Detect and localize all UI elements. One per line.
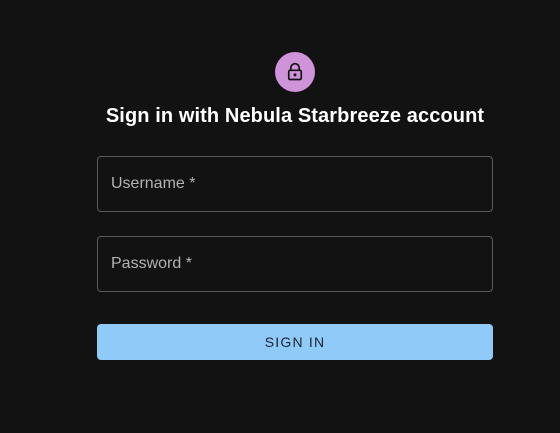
lock-avatar: [275, 52, 315, 92]
username-field[interactable]: Username *: [97, 156, 493, 212]
password-input[interactable]: [98, 237, 492, 291]
sign-in-button[interactable]: SIGN IN: [97, 324, 493, 360]
sign-in-page: Sign in with Nebula Starbreeze account U…: [0, 0, 560, 433]
lock-icon: [285, 62, 305, 82]
password-field[interactable]: Password *: [97, 236, 493, 292]
username-input[interactable]: [98, 157, 492, 211]
page-title: Sign in with Nebula Starbreeze account: [105, 105, 485, 127]
